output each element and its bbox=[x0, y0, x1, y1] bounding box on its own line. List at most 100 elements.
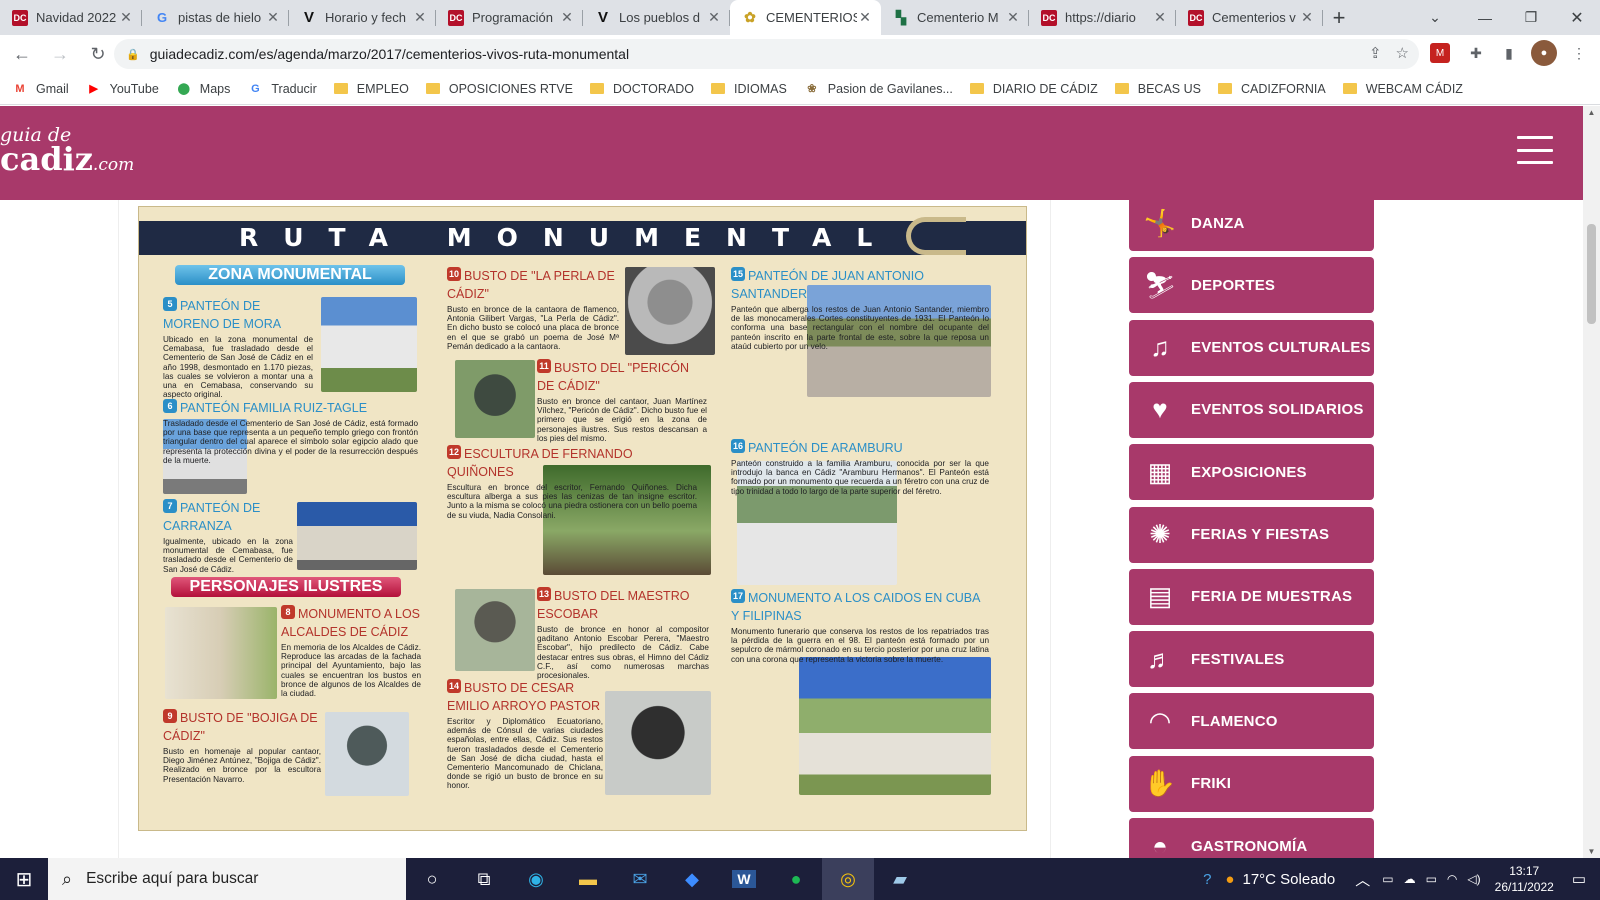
app-icon[interactable]: ▰ bbox=[874, 858, 926, 900]
close-tab-icon[interactable]: ✕ bbox=[265, 9, 281, 26]
page-scrollbar[interactable]: ▲ ▼ bbox=[1583, 106, 1600, 858]
menu-dots-icon[interactable]: ⋮ bbox=[1566, 40, 1592, 66]
new-tab-button[interactable]: + bbox=[1323, 0, 1355, 35]
spotify-icon[interactable]: ● bbox=[770, 858, 822, 900]
guide-item: 15 PANTEÓN DE JUAN ANTONIO SANTANDER Pante… bbox=[731, 267, 989, 351]
tray-chevron-icon[interactable]: ︿ bbox=[1355, 869, 1370, 890]
file-explorer-icon[interactable]: ▬ bbox=[562, 858, 614, 900]
bookmark-star-icon[interactable]: ☆ bbox=[1396, 44, 1409, 62]
bookmark-item[interactable]: BECAS US bbox=[1114, 82, 1201, 96]
reload-icon[interactable]: ↻ bbox=[82, 38, 114, 70]
browser-tab[interactable]: ✿ CEMENTERIOS ✕ bbox=[730, 0, 881, 35]
close-tab-icon[interactable]: ✕ bbox=[1299, 9, 1315, 26]
close-tab-icon[interactable]: ✕ bbox=[1152, 9, 1168, 26]
notifications-icon[interactable]: ▭ bbox=[1572, 870, 1586, 888]
browser-tab[interactable]: DC Cementerios v ✕ bbox=[1176, 0, 1323, 35]
extension-red-icon[interactable]: M bbox=[1430, 43, 1450, 63]
browser-tab[interactable]: V Horario y fech ✕ bbox=[289, 0, 436, 35]
mail-icon[interactable]: ✉ bbox=[614, 858, 666, 900]
item-number: 16 bbox=[731, 439, 745, 453]
category-label: FERIA DE MUESTRAS bbox=[1191, 588, 1353, 606]
category-feria-de-muestras[interactable]: ▤ FERIA DE MUESTRAS bbox=[1129, 568, 1374, 625]
forward-icon[interactable]: → bbox=[44, 38, 76, 70]
close-window-button[interactable]: ✕ bbox=[1554, 0, 1600, 35]
category-gastronomia[interactable]: ◓ GASTRONOMÍA bbox=[1129, 818, 1374, 858]
dance-icon: 🤸 bbox=[1143, 207, 1177, 238]
battery-icon[interactable]: ▭ bbox=[1426, 872, 1437, 886]
item-heading: MONUMENTO A LOS CAIDOS EN CUBA Y FILIPIN… bbox=[731, 591, 980, 623]
browser-tab[interactable]: ▚ Cementerio M ✕ bbox=[881, 0, 1029, 35]
item-heading: BUSTO DE "BOJIGA DE CÁDIZ" bbox=[163, 711, 318, 743]
category-exposiciones[interactable]: ▦ EXPOSICIONES bbox=[1129, 444, 1374, 501]
bookmark-item[interactable]: ⬤ Maps bbox=[176, 81, 231, 97]
close-tab-icon[interactable]: ✕ bbox=[706, 9, 722, 26]
bookmark-item[interactable]: EMPLEO bbox=[333, 82, 409, 96]
bookmark-item[interactable]: OPOSICIONES RTVE bbox=[425, 81, 573, 96]
wifi-icon[interactable]: ◠ bbox=[1447, 872, 1457, 886]
dropbox-icon[interactable]: ◆ bbox=[666, 858, 718, 900]
restore-button[interactable]: ❐ bbox=[1508, 0, 1554, 35]
close-tab-icon[interactable]: ✕ bbox=[412, 9, 428, 26]
bookmark-item[interactable]: IDIOMAS bbox=[711, 82, 787, 96]
browser-tab[interactable]: DC Programación ✕ bbox=[436, 0, 583, 35]
edge-icon[interactable]: ◉ bbox=[510, 858, 562, 900]
item-text: Trasladado desde el Cementerio de San Jo… bbox=[163, 419, 418, 465]
item-number: 10 bbox=[447, 267, 461, 281]
category-ferias-y-fiestas[interactable]: ✺ FERIAS Y FIESTAS bbox=[1129, 506, 1374, 563]
bookmark-item[interactable]: ❀ Pasion de Gavilanes... bbox=[804, 81, 953, 97]
bookmark-item[interactable]: DIARIO DE CÁDIZ bbox=[969, 82, 1098, 96]
category-eventos-culturales[interactable]: ♫ EVENTOS CULTURALES bbox=[1129, 319, 1374, 376]
weather-text[interactable]: 17°C Soleado bbox=[1242, 871, 1335, 888]
browser-tab[interactable]: DC https://diario ✕ bbox=[1029, 0, 1176, 35]
browser-tab[interactable]: Gpistas de hielo ✕ bbox=[142, 0, 289, 35]
chrome-icon[interactable]: ◎ bbox=[822, 858, 874, 900]
tab-search-icon[interactable]: ⌄ bbox=[1420, 0, 1450, 35]
cortana-icon[interactable]: ○ bbox=[406, 858, 458, 900]
category-deportes[interactable]: ⛷ DEPORTES bbox=[1129, 257, 1374, 314]
browser-tab[interactable]: V Los pueblos d ✕ bbox=[583, 0, 730, 35]
category-flamenco[interactable]: ◠ FLAMENCO bbox=[1129, 693, 1374, 750]
windows-start-icon[interactable]: ⊞ bbox=[0, 858, 48, 900]
url-bar[interactable]: 🔒 guiadecadiz.com/es/agenda/marzo/2017/c… bbox=[114, 39, 1419, 69]
item-number: 8 bbox=[281, 605, 295, 619]
onedrive-icon[interactable]: ☁ bbox=[1404, 872, 1416, 886]
taskbar-search[interactable]: ⌕ Escribe aquí para buscar bbox=[48, 858, 406, 900]
close-tab-icon[interactable]: ✕ bbox=[559, 9, 575, 26]
task-view-icon[interactable]: ⧉ bbox=[458, 858, 510, 900]
share-icon[interactable]: ⇪ bbox=[1369, 44, 1382, 62]
close-tab-icon[interactable]: ✕ bbox=[857, 9, 873, 26]
scroll-down-icon[interactable]: ▼ bbox=[1583, 847, 1600, 856]
clock[interactable]: 13:17 26/11/2022 bbox=[1495, 863, 1554, 895]
close-tab-icon[interactable]: ✕ bbox=[1005, 9, 1021, 26]
bookmark-item[interactable]: DOCTORADO bbox=[589, 82, 694, 96]
category-festivales[interactable]: ♬ FESTIVALES bbox=[1129, 631, 1374, 688]
scroll-thumb[interactable] bbox=[1587, 224, 1596, 324]
bookmark-item[interactable]: ▶ YouTube bbox=[86, 81, 159, 97]
close-tab-icon[interactable]: ✕ bbox=[118, 9, 134, 26]
volume-icon[interactable]: ◁) bbox=[1467, 872, 1480, 886]
category-friki[interactable]: ✋ FRIKI bbox=[1129, 755, 1374, 812]
taskbar-search-placeholder: Escribe aquí para buscar bbox=[86, 870, 259, 887]
category-danza[interactable]: 🤸 DANZA bbox=[1129, 200, 1374, 251]
extensions-puzzle-icon[interactable]: ✚ bbox=[1463, 40, 1489, 66]
category-eventos-solidarios[interactable]: ♥ EVENTOS SOLIDARIOS bbox=[1129, 381, 1374, 438]
bookmark-item[interactable]: M Gmail bbox=[12, 81, 68, 97]
minimize-button[interactable]: — bbox=[1462, 0, 1508, 35]
maps-icon: ⬤ bbox=[177, 83, 190, 95]
search-icon: ⌕ bbox=[62, 868, 73, 889]
bookmark-item[interactable]: WEBCAM CÁDIZ bbox=[1342, 82, 1463, 96]
hamburger-menu-icon[interactable] bbox=[1517, 136, 1553, 164]
bookmark-label: OPOSICIONES RTVE bbox=[448, 81, 573, 96]
site-logo[interactable]: guia de cadiz.com bbox=[0, 126, 134, 176]
network-icon[interactable]: ▭ bbox=[1382, 872, 1393, 886]
back-icon[interactable]: ← bbox=[6, 38, 38, 70]
bookmark-item[interactable]: G Traducir bbox=[247, 81, 317, 97]
side-panel-icon[interactable]: ▮ bbox=[1496, 40, 1522, 66]
bookmark-label: YouTube bbox=[109, 81, 159, 96]
help-icon[interactable]: ? bbox=[1203, 871, 1211, 888]
bookmark-item[interactable]: CADIZFORNIA bbox=[1217, 82, 1326, 96]
browser-tab[interactable]: DC Navidad 2022 ✕ bbox=[0, 0, 142, 35]
profile-avatar[interactable]: ● bbox=[1531, 40, 1557, 66]
word-icon[interactable]: W bbox=[718, 858, 770, 900]
scroll-up-icon[interactable]: ▲ bbox=[1583, 108, 1600, 117]
